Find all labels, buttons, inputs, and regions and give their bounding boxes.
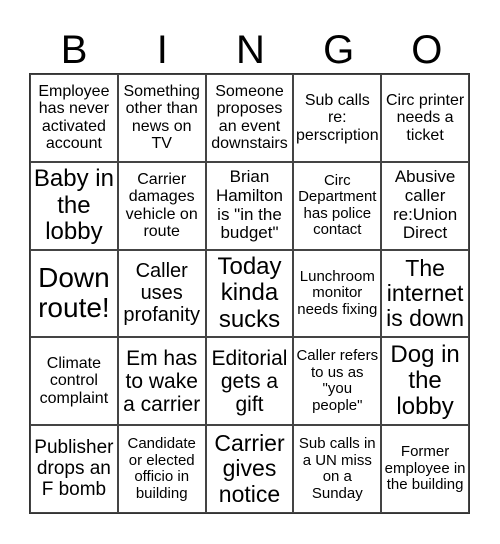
bingo-cell[interactable]: Candidate or elected officio in building [117, 425, 206, 513]
bingo-cell[interactable]: Climate control complaint [30, 337, 118, 426]
bingo-cell[interactable]: Brian Hamilton is "in the budget" [205, 161, 294, 250]
bingo-grid: Employee has never activated account Some… [29, 73, 470, 514]
bingo-cell[interactable]: Former employee in the building [381, 425, 469, 513]
bingo-cell[interactable]: The internet is down [381, 249, 469, 338]
bingo-cell[interactable]: Abusive caller re:Union Direct [381, 161, 469, 250]
header-letter-o: O [411, 28, 443, 72]
bingo-cell[interactable]: Down route! [30, 249, 118, 338]
bingo-header: B I N G O [30, 24, 471, 76]
bingo-cell[interactable]: Lunchroom monitor needs fixing [293, 249, 382, 338]
bingo-cell[interactable]: Editorial gets a gift [205, 337, 294, 426]
bingo-cell[interactable]: Dog in the lobby [381, 337, 469, 426]
bingo-cell[interactable]: Employee has never activated account [30, 74, 118, 162]
bingo-cell[interactable]: Baby in the lobby [30, 161, 118, 250]
bingo-cell[interactable]: Publisher drops an F bomb [30, 425, 118, 513]
bingo-cell[interactable]: Circ printer needs a ticket [381, 74, 469, 162]
header-letter-b: B [60, 28, 88, 72]
bingo-cell[interactable]: Carrier gives notice [205, 425, 294, 513]
bingo-cell[interactable]: Someone proposes an event downstairs [205, 74, 294, 162]
header-letter-i: I [156, 28, 168, 72]
header-letter-g: G [323, 28, 355, 72]
bingo-cell[interactable]: Carrier damages vehicle on route [117, 161, 206, 250]
bingo-cell[interactable]: Em has to wake a carrier [117, 337, 206, 426]
bingo-cell[interactable]: Today kinda sucks [205, 249, 294, 338]
bingo-cell[interactable]: Circ Department has police contact [293, 161, 382, 250]
header-letter-n: N [236, 28, 265, 72]
bingo-cell[interactable]: Caller refers to us as "you people" [293, 337, 382, 426]
bingo-cell[interactable]: Caller uses profanity [117, 249, 206, 338]
bingo-cell[interactable]: Sub calls re: perscription [293, 74, 382, 162]
bingo-cell[interactable]: Sub calls in a UN miss on a Sunday [293, 425, 382, 513]
bingo-cell[interactable]: Something other than news on TV [117, 74, 206, 162]
